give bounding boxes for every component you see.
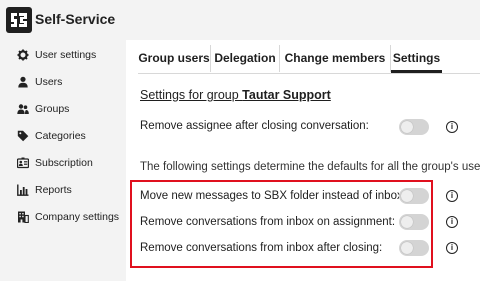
sidebar-item-users[interactable]: Users xyxy=(0,71,126,95)
move-to-sbx-label: Move new messages to SBX folder instead … xyxy=(140,190,406,202)
tab-bar: Group users Delegation Change members Se… xyxy=(138,45,480,74)
remove-assignee-toggle[interactable] xyxy=(399,119,429,135)
sidebar-item-categories[interactable]: Categories xyxy=(0,125,126,149)
remove-on-assignment-label: Remove conversations from inbox on assig… xyxy=(140,216,396,228)
sidebar-item-label: User settings xyxy=(35,49,97,61)
info-icon[interactable]: i xyxy=(446,121,458,133)
bar-chart-icon xyxy=(17,184,29,196)
remove-on-assignment-toggle[interactable] xyxy=(399,214,429,230)
gear-icon xyxy=(17,49,29,61)
sidebar-item-reports[interactable]: Reports xyxy=(0,179,126,203)
groups-icon xyxy=(17,103,29,115)
main-panel: Group users Delegation Change members Se… xyxy=(126,40,480,281)
info-icon[interactable]: i xyxy=(446,242,458,254)
remove-after-closing-toggle[interactable] xyxy=(399,240,429,256)
sidebar-item-label: Users xyxy=(35,76,63,88)
sidebar-item-user-settings[interactable]: User settings xyxy=(0,44,126,68)
remove-assignee-label: Remove assignee after closing conversati… xyxy=(140,120,369,132)
sidebar-item-label: Subscription xyxy=(35,157,93,169)
app-logo xyxy=(6,7,32,33)
sidebar-item-label: Company settings xyxy=(35,211,120,223)
tab-delegation[interactable]: Delegation xyxy=(211,45,280,72)
tab-change-members[interactable]: Change members xyxy=(280,45,391,72)
building-icon xyxy=(17,211,29,224)
sidebar-item-groups[interactable]: Groups xyxy=(0,98,126,122)
tab-settings[interactable]: Settings xyxy=(391,45,442,73)
info-icon[interactable]: i xyxy=(446,216,458,228)
app-header: Self-Service xyxy=(0,0,480,40)
move-to-sbx-toggle[interactable] xyxy=(399,188,429,204)
defaults-note: The following settings determine the def… xyxy=(140,161,480,173)
sidebar: User settings Users Groups Categories Su… xyxy=(0,40,126,281)
heading-prefix: Settings for group xyxy=(140,88,243,102)
sidebar-item-label: Reports xyxy=(35,184,72,196)
sidebar-item-subscription[interactable]: Subscription xyxy=(0,152,126,176)
sidebar-item-label: Categories xyxy=(35,130,86,142)
tab-group-users[interactable]: Group users xyxy=(138,45,211,72)
page-title: Settings for group Tautar Support xyxy=(140,88,331,102)
app-title: Self-Service xyxy=(35,11,116,27)
remove-after-closing-label: Remove conversations from inbox after cl… xyxy=(140,242,383,254)
sidebar-item-label: Groups xyxy=(35,103,70,115)
id-card-icon xyxy=(16,157,30,169)
sidebar-item-company-settings[interactable]: Company settings xyxy=(0,206,126,230)
user-icon xyxy=(17,76,29,88)
info-icon[interactable]: i xyxy=(446,190,458,202)
logo-icon xyxy=(11,13,27,27)
tag-icon xyxy=(17,130,29,142)
group-name: Tautar Support xyxy=(242,88,331,102)
